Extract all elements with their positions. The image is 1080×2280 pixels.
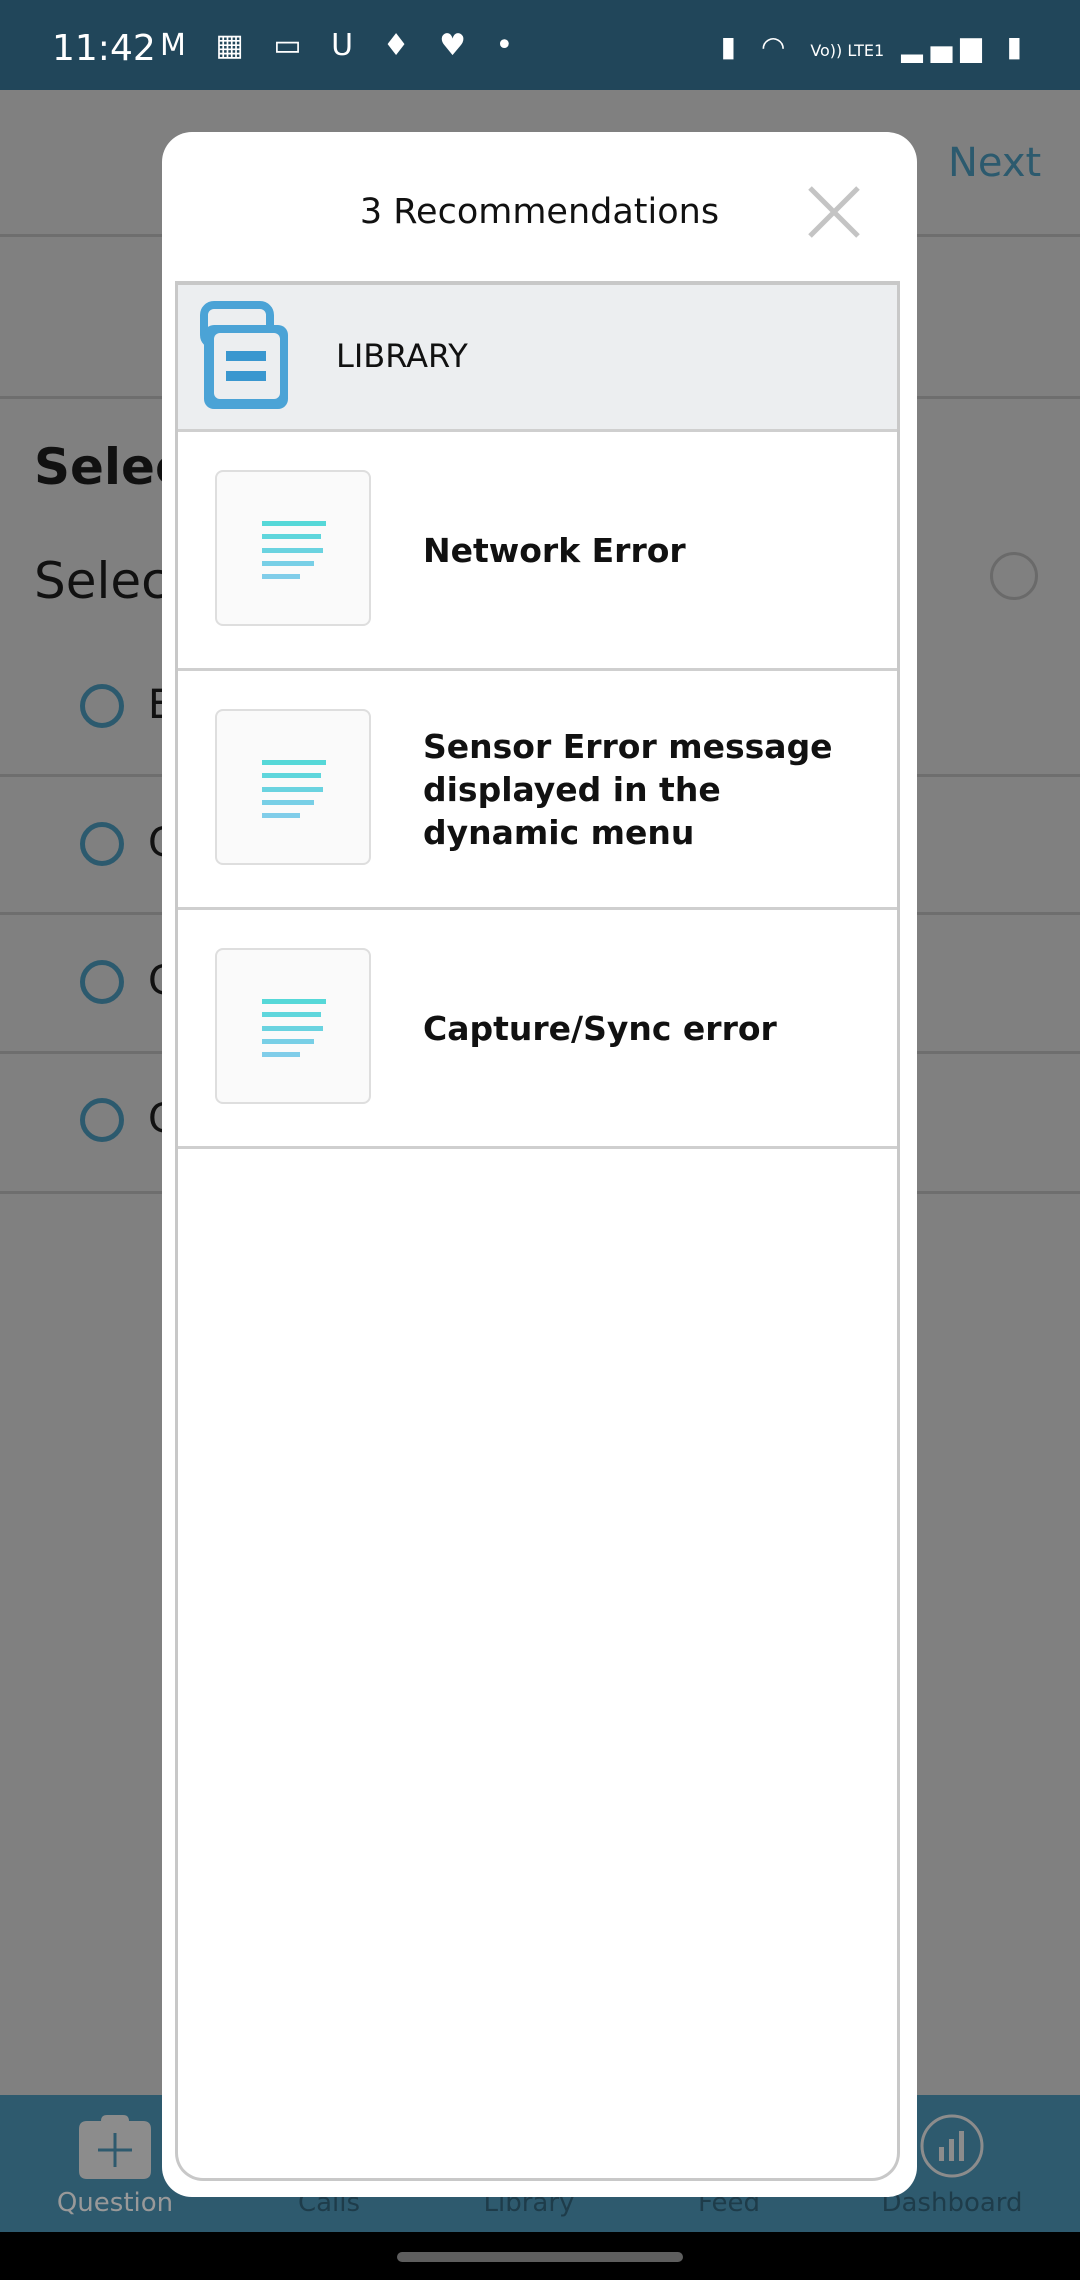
item-title: Sensor Error message displayed in the dy… [423,726,833,852]
list-item[interactable]: Network Error [178,432,897,671]
document-icon [215,948,371,1104]
question-subheading: Selec [34,552,169,610]
recommendations-dialog: 3 Recommendations LIBRARY Network Error … [162,132,917,2197]
radio-button[interactable] [80,684,124,728]
recommendation-list: LIBRARY Network Error Sensor Error messa… [175,281,900,2181]
list-item[interactable]: Capture/Sync error [178,910,897,1149]
dialog-title: 3 Recommendations [359,192,720,232]
radio-button[interactable] [990,552,1038,600]
notification-icons: M ▦ ▭ ᑌ ♦ ♥ • [160,28,524,63]
signal-icon: ▂▄▆ [901,30,990,63]
volte-icon: Vo)) LTE1 [810,41,885,60]
library-icon [200,301,288,409]
system-nav-bar [0,2232,1080,2280]
section-label: LIBRARY [336,337,468,375]
battery-charging-icon: ▮ [1006,30,1030,63]
add-question-icon [79,2115,151,2179]
list-item[interactable]: Sensor Error message displayed in the dy… [178,671,897,910]
document-icon [215,470,371,626]
radio-button[interactable] [80,822,124,866]
battery-saver-icon: ▮ [720,30,745,63]
clock: 11:42 [52,28,156,69]
next-button[interactable]: Next [948,140,1041,186]
radio-button[interactable] [80,960,124,1004]
radio-button[interactable] [80,1098,124,1142]
home-handle[interactable] [397,2252,683,2262]
item-title: Capture/Sync error [423,1008,777,1048]
status-bar: 11:42 M ▦ ▭ ᑌ ♦ ♥ • ▮ ◠ Vo)) LTE1 ▂▄▆ ▮ [0,0,1080,90]
document-icon [215,709,371,865]
close-icon[interactable] [806,184,862,240]
item-title: Network Error [423,530,686,570]
wifi-icon: ◠ [760,30,794,63]
system-icons: ▮ ◠ Vo)) LTE1 ▂▄▆ ▮ [721,30,1030,63]
dashboard-icon [920,2114,984,2178]
library-section-header: LIBRARY [178,285,897,432]
